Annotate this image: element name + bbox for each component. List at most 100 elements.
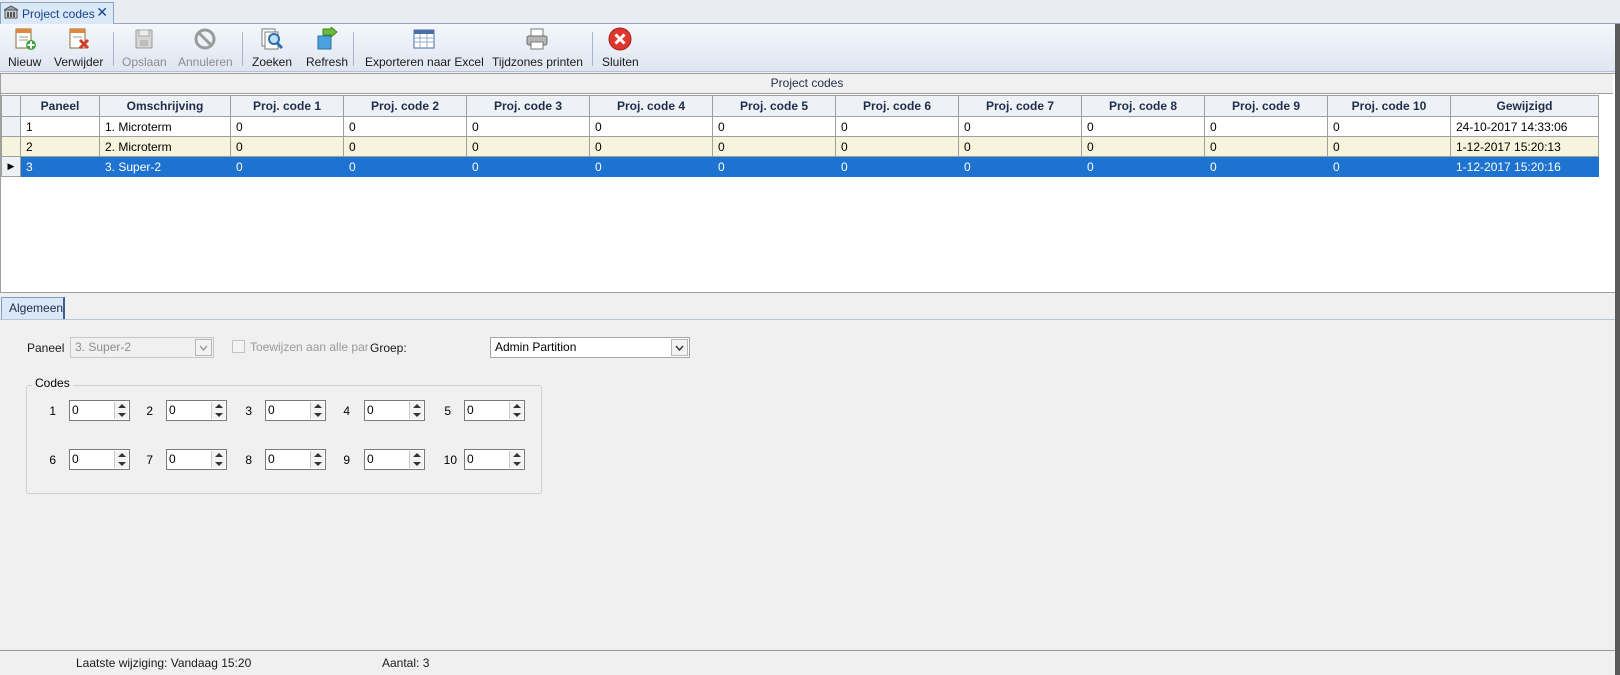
refresh-button[interactable]: Refresh xyxy=(306,26,348,70)
spinner-arrows-icon[interactable] xyxy=(211,451,225,468)
current-row-indicator-icon[interactable]: ▶ xyxy=(1,156,21,177)
table-cell[interactable]: 3. Super-2 xyxy=(99,156,231,177)
code-spinner[interactable]: 0 xyxy=(464,449,525,470)
spinner-arrows-icon[interactable] xyxy=(310,402,324,419)
table-cell[interactable]: 0 xyxy=(466,136,590,157)
table-cell[interactable]: 0 xyxy=(1327,116,1451,137)
delete-button[interactable]: Verwijder xyxy=(54,26,103,70)
table-cell[interactable]: 24-10-2017 14:33:06 xyxy=(1450,116,1599,137)
table-cell[interactable]: 0 xyxy=(589,116,713,137)
table-cell[interactable]: 0 xyxy=(343,116,467,137)
column-header[interactable]: Proj. code 1 xyxy=(230,95,344,117)
code-spinner[interactable]: 0 xyxy=(364,400,425,421)
table-cell[interactable]: 0 xyxy=(1204,156,1328,177)
spinner-arrows-icon[interactable] xyxy=(114,451,128,468)
column-header[interactable]: Proj. code 7 xyxy=(958,95,1082,117)
column-header[interactable]: Proj. code 2 xyxy=(343,95,467,117)
search-button[interactable]: Zoeken xyxy=(252,26,292,70)
close-button[interactable]: Sluiten xyxy=(602,26,639,70)
table-cell[interactable]: 0 xyxy=(589,156,713,177)
column-header[interactable]: Proj. code 3 xyxy=(466,95,590,117)
table-cell[interactable]: 0 xyxy=(712,136,836,157)
table-cell[interactable]: 1-12-2017 15:20:16 xyxy=(1450,156,1599,177)
document-tab-project-codes[interactable]: Project codes ✕ xyxy=(0,2,114,24)
spinner-arrows-icon[interactable] xyxy=(310,451,324,468)
column-header[interactable]: Proj. code 9 xyxy=(1204,95,1328,117)
spinner-arrows-icon[interactable] xyxy=(114,402,128,419)
code-spinner[interactable]: 0 xyxy=(464,400,525,421)
groep-select[interactable]: Admin Partition xyxy=(490,337,690,358)
column-header[interactable]: Proj. code 5 xyxy=(712,95,836,117)
table-cell[interactable]: 1-12-2017 15:20:13 xyxy=(1450,136,1599,157)
table-cell[interactable]: 0 xyxy=(835,136,959,157)
table-cell[interactable]: 0 xyxy=(958,116,1082,137)
table-cell[interactable]: 0 xyxy=(1204,136,1328,157)
table-cell[interactable]: 1 xyxy=(20,116,100,137)
table-cell[interactable]: 0 xyxy=(1204,116,1328,137)
table-cell[interactable]: 0 xyxy=(835,116,959,137)
code-spinner[interactable]: 0 xyxy=(166,449,227,470)
spinner-arrows-icon[interactable] xyxy=(409,402,423,419)
column-header[interactable]: Paneel xyxy=(20,95,100,117)
table-row[interactable]: 1 1. Microterm 0 0 0 0 0 0 0 0 0 0 24-10… xyxy=(1,116,1599,137)
table-cell[interactable]: 0 xyxy=(230,136,344,157)
assign-all-checkbox[interactable] xyxy=(232,340,245,353)
table-cell[interactable]: 0 xyxy=(835,156,959,177)
code-spinner[interactable]: 0 xyxy=(69,449,130,470)
document-tab-label: Project codes xyxy=(22,6,95,21)
chevron-down-icon[interactable] xyxy=(671,339,688,356)
close-tab-icon[interactable]: ✕ xyxy=(96,4,108,21)
code-spinner[interactable]: 0 xyxy=(364,449,425,470)
spinner-arrows-icon[interactable] xyxy=(409,451,423,468)
column-header[interactable]: Proj. code 8 xyxy=(1081,95,1205,117)
table-cell[interactable]: 0 xyxy=(958,156,1082,177)
table-cell[interactable]: 0 xyxy=(1081,136,1205,157)
table-cell[interactable]: 0 xyxy=(712,156,836,177)
table-cell[interactable]: 0 xyxy=(230,116,344,137)
save-button[interactable]: Opslaan xyxy=(122,26,167,70)
table-cell[interactable]: 0 xyxy=(466,116,590,137)
table-cell[interactable]: 0 xyxy=(589,136,713,157)
column-header[interactable]: Omschrijving xyxy=(99,95,231,117)
column-header[interactable]: Gewijzigd xyxy=(1450,95,1599,117)
table-cell[interactable]: 0 xyxy=(343,156,467,177)
table-cell[interactable]: 0 xyxy=(1327,156,1451,177)
window-edge xyxy=(1615,24,1620,675)
export-excel-button[interactable]: Exporteren naar Excel xyxy=(365,26,484,70)
table-cell[interactable]: 0 xyxy=(712,116,836,137)
paneel-select[interactable]: 3. Super-2 xyxy=(70,337,214,358)
table-cell[interactable]: 3 xyxy=(20,156,100,177)
chevron-down-icon[interactable] xyxy=(195,339,212,356)
column-header[interactable]: Proj. code 4 xyxy=(589,95,713,117)
code-spinner[interactable]: 0 xyxy=(265,400,326,421)
code-spinner[interactable]: 0 xyxy=(166,400,227,421)
table-cell[interactable]: 0 xyxy=(1081,116,1205,137)
print-timezones-button[interactable]: Tijdzones printen xyxy=(492,26,583,70)
table-cell[interactable]: 2 xyxy=(20,136,100,157)
column-header[interactable]: Proj. code 10 xyxy=(1327,95,1451,117)
new-button[interactable]: Nieuw xyxy=(8,26,41,70)
column-header[interactable]: Proj. code 6 xyxy=(835,95,959,117)
table-row-selected[interactable]: ▶ 3 3. Super-2 0 0 0 0 0 0 0 0 0 0 1-12-… xyxy=(1,156,1599,177)
code-spinner[interactable]: 0 xyxy=(265,449,326,470)
table-cell[interactable]: 0 xyxy=(466,156,590,177)
table-cell[interactable]: 0 xyxy=(1081,156,1205,177)
table-cell[interactable]: 0 xyxy=(343,136,467,157)
table-cell[interactable]: 0 xyxy=(958,136,1082,157)
table-row[interactable]: 2 2. Microterm 0 0 0 0 0 0 0 0 0 0 1-12-… xyxy=(1,136,1599,157)
table-cell[interactable]: 0 xyxy=(230,156,344,177)
table-cell[interactable]: 0 xyxy=(1327,136,1451,157)
cancel-button[interactable]: Annuleren xyxy=(178,26,233,70)
code-spinner[interactable]: 0 xyxy=(69,400,130,421)
toolbar-separator xyxy=(242,32,243,66)
spinner-arrows-icon[interactable] xyxy=(509,451,523,468)
spinner-arrows-icon[interactable] xyxy=(211,402,225,419)
spinner-arrows-icon[interactable] xyxy=(509,402,523,419)
row-header[interactable] xyxy=(1,116,21,137)
row-header[interactable] xyxy=(1,136,21,157)
table-cell[interactable]: 2. Microterm xyxy=(99,136,231,157)
toolbar-separator xyxy=(592,32,593,66)
tab-algemeen[interactable]: Algemeen xyxy=(1,297,65,319)
table-cell[interactable]: 1. Microterm xyxy=(99,116,231,137)
paneel-label: Paneel xyxy=(27,341,65,355)
